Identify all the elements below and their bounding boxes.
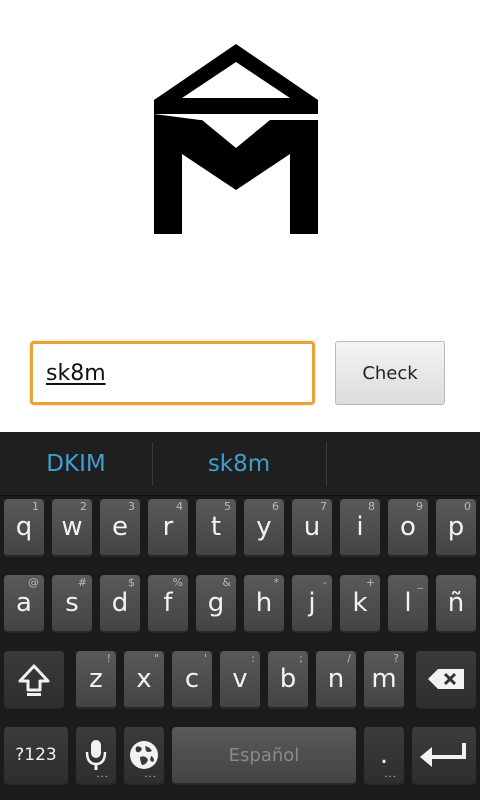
- key-p[interactable]: p0: [436, 499, 476, 557]
- key-t[interactable]: t5: [196, 499, 236, 557]
- voice-input-key[interactable]: ...: [76, 727, 116, 785]
- soft-keyboard: DKIM sk8m q1 w2 e3 r4 t5 y6 u7 i8 o9 p0 …: [0, 432, 480, 800]
- key-w[interactable]: w2: [52, 499, 92, 557]
- key-b[interactable]: b;: [268, 651, 308, 709]
- key-m[interactable]: m?: [364, 651, 404, 709]
- app-logo-icon: [150, 44, 322, 234]
- domain-input[interactable]: sk8m: [30, 341, 315, 405]
- key-i[interactable]: i8: [340, 499, 380, 557]
- key-h[interactable]: h *: [244, 575, 284, 633]
- domain-input-value: sk8m: [46, 360, 106, 386]
- key-a[interactable]: a @: [4, 575, 44, 633]
- key-v[interactable]: v:: [220, 651, 260, 709]
- key-y[interactable]: y6: [244, 499, 284, 557]
- key-j[interactable]: j-: [292, 575, 332, 633]
- period-key[interactable]: . ...: [364, 727, 404, 785]
- suggestion-1[interactable]: DKIM: [0, 432, 152, 496]
- enter-icon: [420, 743, 466, 767]
- shift-key[interactable]: [4, 651, 64, 709]
- key-g[interactable]: g &: [196, 575, 236, 633]
- key-n-tilde[interactable]: ñ: [436, 575, 476, 633]
- suggestion-bar: DKIM sk8m: [0, 432, 480, 496]
- mic-icon: [85, 740, 107, 770]
- key-z[interactable]: z!: [76, 651, 116, 709]
- key-l[interactable]: l _: [388, 575, 428, 633]
- backspace-icon: [428, 669, 464, 689]
- key-x[interactable]: x ": [124, 651, 164, 709]
- globe-icon: [130, 741, 158, 769]
- key-f[interactable]: f%: [148, 575, 188, 633]
- key-n[interactable]: n /: [316, 651, 356, 709]
- backspace-key[interactable]: [416, 651, 476, 709]
- key-k[interactable]: k +: [340, 575, 380, 633]
- key-q[interactable]: q1: [4, 499, 44, 557]
- suggestion-2[interactable]: sk8m: [153, 432, 325, 496]
- enter-key[interactable]: [412, 727, 476, 785]
- key-u[interactable]: u7: [292, 499, 332, 557]
- suggestion-divider: [326, 442, 327, 486]
- language-key[interactable]: ...: [124, 727, 164, 785]
- space-key[interactable]: Español: [172, 727, 356, 785]
- key-d[interactable]: d $: [100, 575, 140, 633]
- check-button[interactable]: Check: [335, 341, 445, 405]
- key-r[interactable]: r4: [148, 499, 188, 557]
- symbols-key[interactable]: ?123: [4, 727, 68, 785]
- shift-icon: [18, 664, 50, 696]
- key-s[interactable]: s #: [52, 575, 92, 633]
- key-e[interactable]: e3: [100, 499, 140, 557]
- key-o[interactable]: o9: [388, 499, 428, 557]
- key-c[interactable]: c ': [172, 651, 212, 709]
